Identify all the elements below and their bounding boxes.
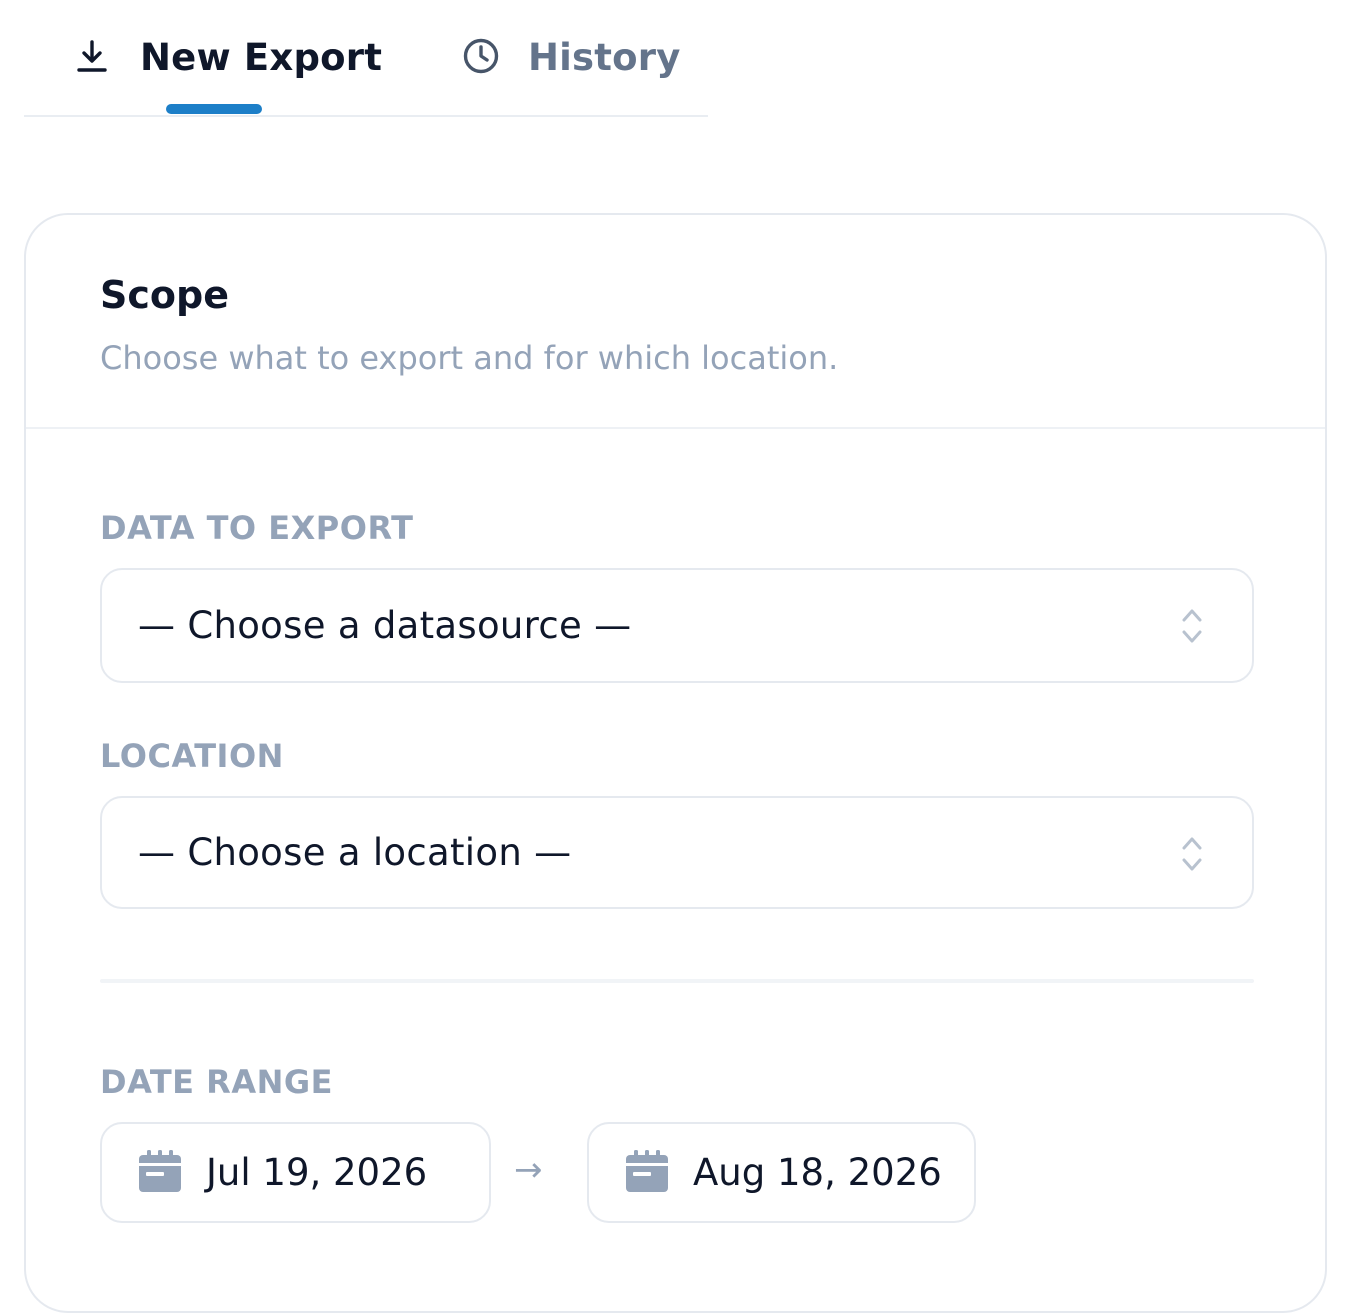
section-divider: [100, 979, 1254, 983]
download-icon: [76, 39, 108, 77]
tab-new-export[interactable]: New Export: [76, 0, 382, 115]
scope-subtitle: Choose what to export and for which loca…: [100, 339, 839, 377]
end-date-value: Aug 18, 2026: [693, 1151, 942, 1194]
location-select-value: — Choose a location —: [138, 831, 572, 874]
tab-history[interactable]: History: [462, 0, 681, 115]
scope-title: Scope: [100, 273, 229, 317]
calendar-icon: [625, 1149, 669, 1197]
tab-history-label: History: [528, 36, 681, 79]
tab-new-export-label: New Export: [140, 36, 383, 79]
date-range-arrow: →: [514, 1150, 543, 1190]
start-date-input[interactable]: Jul 19, 2026: [100, 1122, 491, 1223]
calendar-icon: [138, 1149, 182, 1197]
scope-card-header: Scope Choose what to export and for whic…: [26, 215, 1325, 429]
datasource-select-value: — Choose a datasource —: [138, 604, 632, 647]
location-label: LOCATION: [100, 737, 284, 775]
chevron-up-down-icon: [1180, 834, 1204, 878]
clock-icon: [462, 37, 500, 79]
tab-bar: New Export History: [24, 0, 708, 117]
date-range-label: DATE RANGE: [100, 1063, 333, 1101]
data-to-export-label: DATA TO EXPORT: [100, 509, 414, 547]
start-date-value: Jul 19, 2026: [206, 1151, 428, 1194]
chevron-up-down-icon: [1180, 606, 1204, 650]
active-tab-indicator: [166, 104, 262, 114]
datasource-select[interactable]: — Choose a datasource —: [100, 568, 1254, 683]
end-date-input[interactable]: Aug 18, 2026: [587, 1122, 976, 1223]
location-select[interactable]: — Choose a location —: [100, 796, 1254, 909]
scope-card: Scope Choose what to export and for whic…: [24, 213, 1327, 1313]
